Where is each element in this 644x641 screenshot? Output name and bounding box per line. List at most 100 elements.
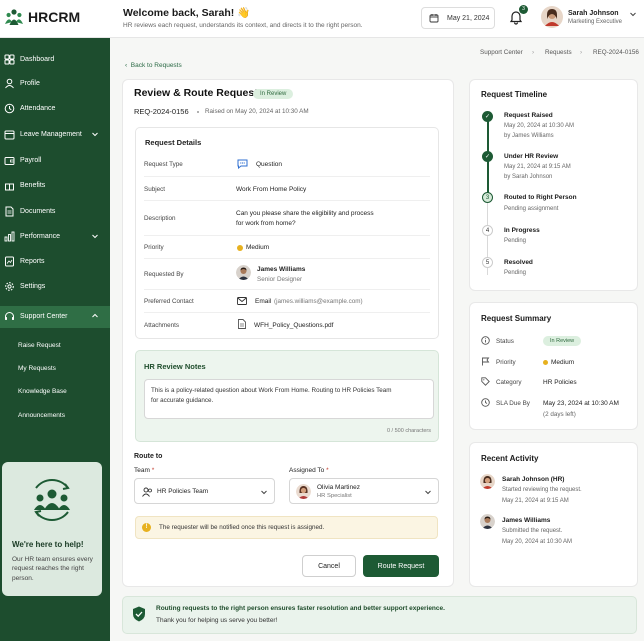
shield-check-icon bbox=[133, 606, 145, 622]
sidebar-item-label: Profile bbox=[20, 80, 40, 87]
sidebar-item-label: Documents bbox=[20, 208, 56, 215]
footer-line-2: Thank you for helping us serve you bette… bbox=[156, 617, 278, 624]
sidebar-item-dashboard[interactable]: Dashboard bbox=[0, 49, 110, 71]
sidebar-item-attendance[interactable]: Attendance bbox=[0, 98, 110, 120]
priority-dot bbox=[237, 245, 243, 251]
priority-label: Priority bbox=[144, 244, 164, 251]
assignee-role: HR Specialist bbox=[317, 493, 352, 499]
date-picker[interactable]: May 21, 2024 bbox=[421, 7, 495, 29]
hr-review-notes: HR Review Notes This is a policy-related… bbox=[135, 350, 439, 442]
calendar-icon bbox=[4, 130, 15, 140]
user-role: Marketing Executive bbox=[568, 18, 623, 25]
notifications-button[interactable]: 3 bbox=[508, 5, 528, 25]
route-request-button[interactable]: Route Request bbox=[363, 555, 439, 577]
activity-card bbox=[469, 442, 638, 587]
sidebar-item-reports[interactable]: Reports bbox=[0, 251, 110, 273]
sidebar-item-benefits[interactable]: Benefits bbox=[0, 175, 110, 197]
sidebar-item-label: Support Center bbox=[20, 313, 68, 320]
calendar-icon bbox=[429, 14, 439, 23]
clock-icon bbox=[481, 398, 490, 407]
attachment-link[interactable]: WFH_Policy_Questions.pdf bbox=[254, 322, 333, 329]
notification-notice: ! The requester will be notified once th… bbox=[135, 516, 438, 539]
sidebar-subitem-announcements[interactable]: Announcements bbox=[18, 412, 65, 419]
sidebar-item-payroll[interactable]: Payroll bbox=[0, 150, 110, 172]
timeline-step-marker: ✓ bbox=[482, 111, 493, 122]
chevron-down-icon bbox=[92, 234, 98, 239]
divider bbox=[144, 176, 430, 177]
divider bbox=[144, 258, 430, 259]
user-menu[interactable]: Sarah Johnson Marketing Executive bbox=[541, 6, 637, 28]
activity-actor: James Williams bbox=[502, 517, 551, 524]
summary-category-label: Category bbox=[496, 379, 522, 386]
footer-banner: Routing requests to the right person ens… bbox=[122, 596, 637, 634]
chart-icon bbox=[4, 231, 15, 242]
app-logo[interactable]: HRCRM bbox=[5, 8, 80, 26]
help-text: Our HR team ensures every request reache… bbox=[12, 556, 93, 582]
activity-action: Submitted the request. bbox=[502, 528, 563, 534]
sidebar-subitem-my-requests[interactable]: My Requests bbox=[18, 365, 56, 372]
activity-title: Recent Activity bbox=[481, 454, 539, 463]
contact-email[interactable]: (james.williams@example.com) bbox=[274, 298, 363, 305]
timeline-step-title: In Progress bbox=[504, 227, 540, 234]
sidebar-item-leave-management[interactable]: Leave Management bbox=[0, 124, 110, 146]
breadcrumb-item[interactable]: Support Center bbox=[480, 49, 523, 56]
divider bbox=[144, 235, 430, 236]
sidebar-item-label: Settings bbox=[20, 283, 46, 290]
separator-dot bbox=[197, 111, 199, 113]
summary-priority-label: Priority bbox=[496, 359, 516, 366]
team-select[interactable]: HR Policies Team bbox=[134, 478, 275, 504]
info-icon: ! bbox=[142, 523, 151, 532]
avatar bbox=[480, 514, 495, 529]
type-value: Question bbox=[256, 161, 283, 168]
chevron-up-icon bbox=[92, 313, 98, 318]
back-link[interactable]: ‹ Back to Requests bbox=[125, 62, 182, 69]
notes-textarea[interactable]: This is a policy-related question about … bbox=[144, 379, 434, 419]
contact-label: Preferred Contact bbox=[144, 298, 194, 305]
sidebar-item-label: Reports bbox=[20, 258, 45, 265]
cancel-button[interactable]: Cancel bbox=[302, 555, 356, 577]
sidebar-subitem-raise-request[interactable]: Raise Request bbox=[18, 342, 61, 349]
chevron-left-icon: ‹ bbox=[125, 62, 128, 69]
sidebar-item-support-center[interactable]: Support Center bbox=[0, 306, 110, 328]
breadcrumb-current: REQ-2024-0156 bbox=[593, 49, 639, 56]
avatar bbox=[236, 265, 251, 280]
welcome-heading: Welcome back, Sarah! 👋 bbox=[123, 7, 251, 19]
assignee-select[interactable]: Olivia Martinez HR Specialist bbox=[289, 478, 439, 504]
breadcrumb-item[interactable]: Requests bbox=[545, 49, 572, 56]
people-logo-icon bbox=[5, 9, 23, 25]
breadcrumb-separator: › bbox=[532, 49, 535, 56]
divider bbox=[144, 312, 430, 313]
timeline-step-date: May 21, 2024 at 9:15 AM bbox=[504, 164, 571, 170]
summary-status-label: Status bbox=[496, 338, 514, 345]
report-icon bbox=[5, 256, 14, 267]
team-selected-value: HR Policies Team bbox=[157, 488, 209, 495]
sidebar-item-performance[interactable]: Performance bbox=[0, 226, 110, 248]
welcome-subtitle: HR reviews each request, understands its… bbox=[123, 22, 363, 29]
timeline-step-title: Routed to Right Person bbox=[504, 194, 577, 201]
top-bar: HRCRM Welcome back, Sarah! 👋 HR reviews … bbox=[0, 0, 644, 38]
route-to-heading: Route to bbox=[134, 453, 163, 460]
character-count: 0 / 500 characters bbox=[386, 428, 431, 434]
assignee-name: Olivia Martinez bbox=[317, 484, 360, 491]
summary-category-value: HR Policies bbox=[543, 379, 577, 386]
sidebar-item-profile[interactable]: Profile bbox=[0, 73, 110, 95]
sidebar-item-label: Leave Management bbox=[20, 131, 82, 138]
timeline-step-marker: ✓ bbox=[482, 151, 493, 162]
sidebar-item-documents[interactable]: Documents bbox=[0, 201, 110, 223]
notification-badge: 3 bbox=[519, 5, 528, 14]
timeline-step-status: Pending assignment bbox=[504, 206, 559, 212]
raised-date: Raised on May 20, 2024 at 10:30 AM bbox=[205, 108, 309, 115]
description-line-2: for work from home? bbox=[236, 220, 296, 227]
timeline-card bbox=[469, 79, 638, 291]
info-circle-icon bbox=[481, 336, 490, 345]
timeline-step-title: Under HR Review bbox=[504, 153, 559, 160]
timeline-step-title: Resolved bbox=[504, 259, 533, 266]
grid-icon bbox=[4, 54, 15, 65]
sidebar-item-settings[interactable]: Settings bbox=[0, 276, 110, 298]
sidebar-subitem-knowledge-base[interactable]: Knowledge Base bbox=[18, 388, 67, 395]
sidebar-item-label: Benefits bbox=[20, 182, 46, 189]
help-card: We're here to help! Our HR team ensures … bbox=[2, 462, 102, 596]
timeline-step-status: Pending bbox=[504, 238, 527, 244]
welcome-block: Welcome back, Sarah! 👋 HR reviews each r… bbox=[123, 6, 363, 29]
priority-value: Medium bbox=[246, 244, 270, 251]
